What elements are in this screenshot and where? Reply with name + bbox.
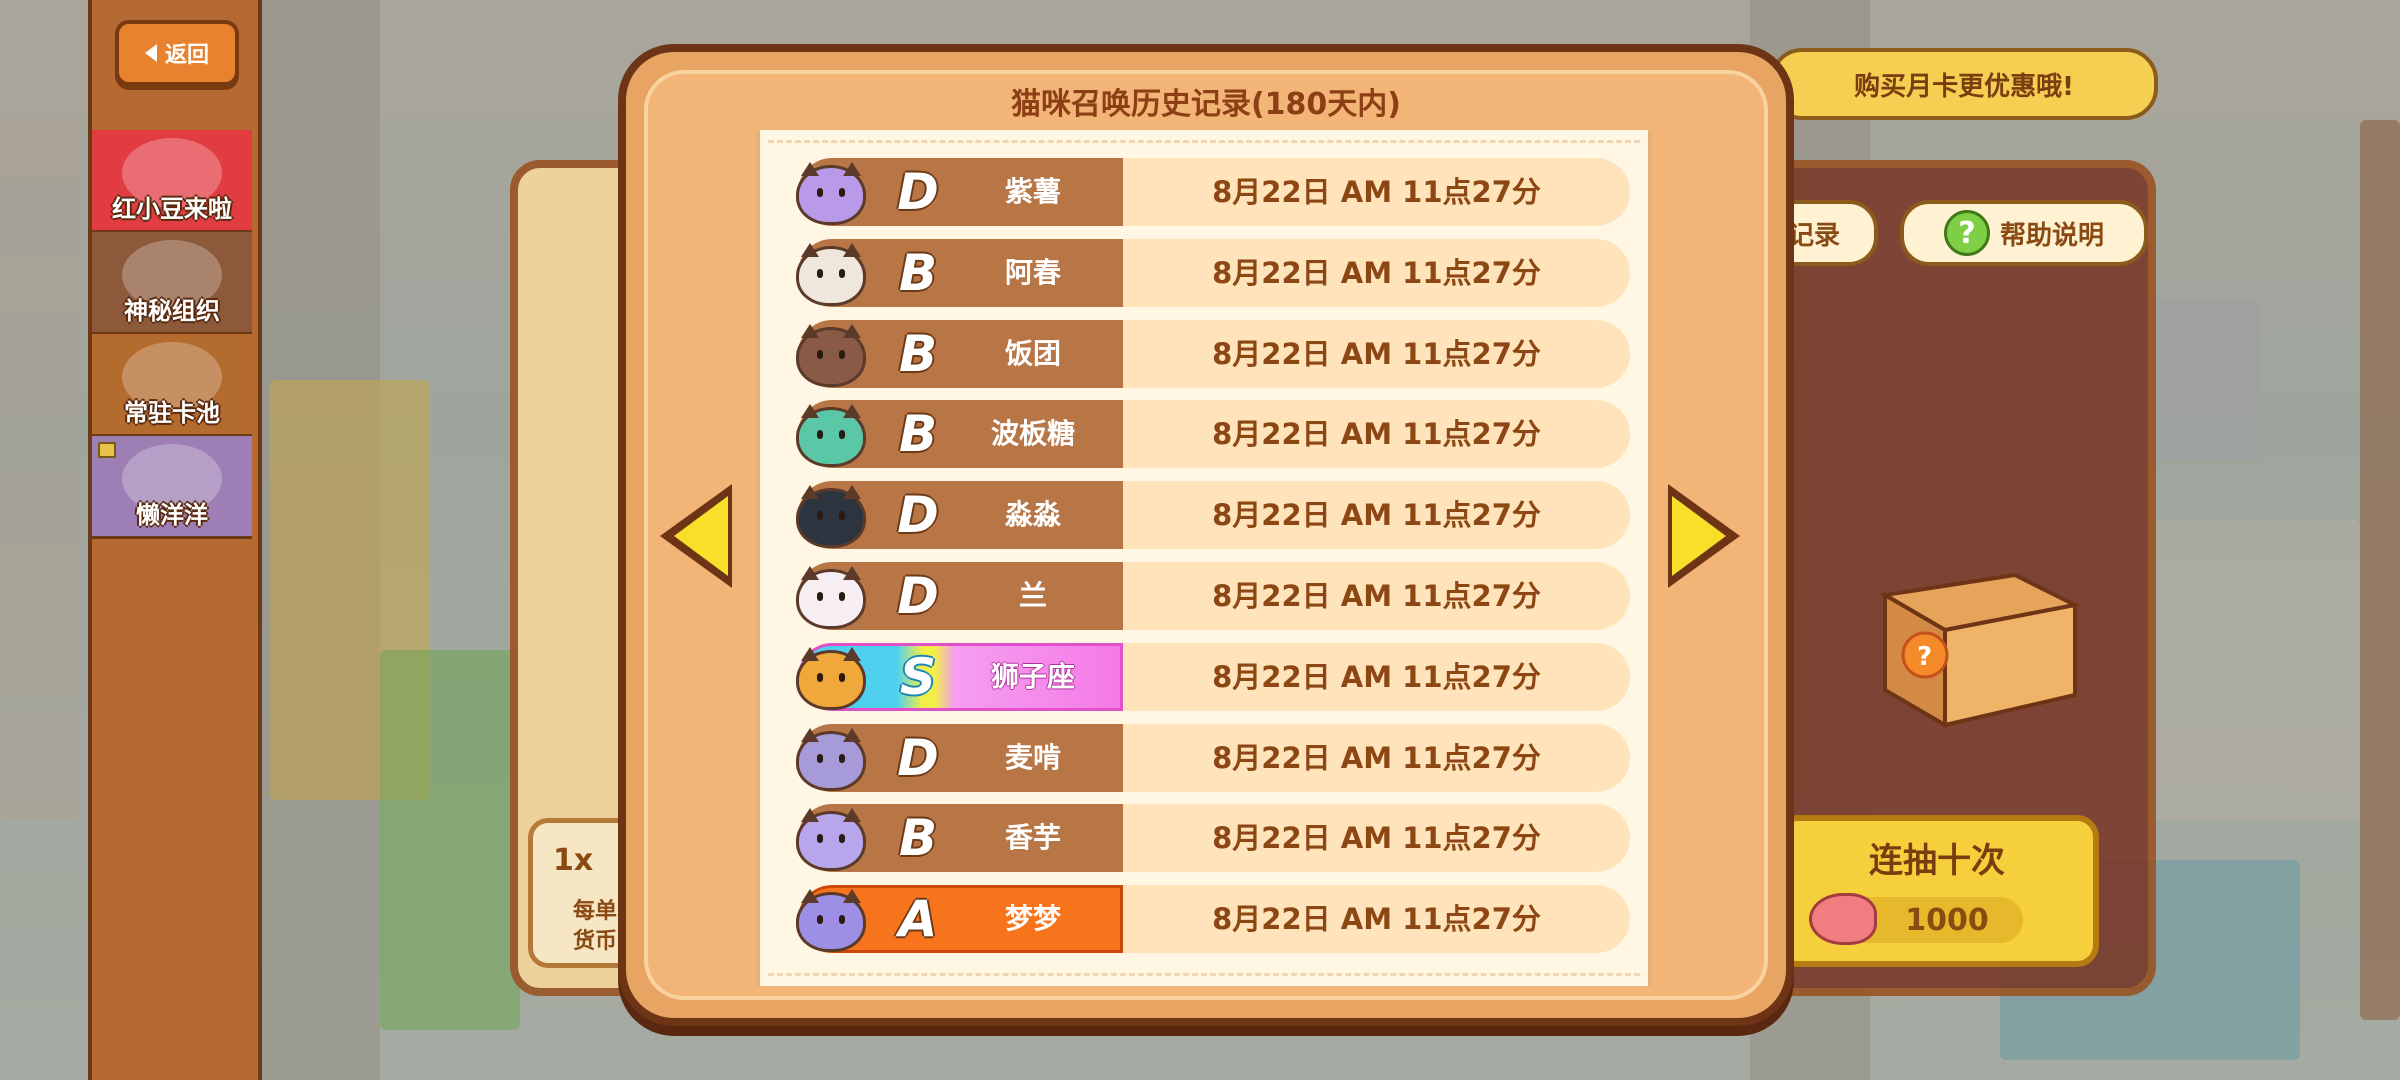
cat-name: 紫薯: [1004, 175, 1061, 208]
sidebar-tab-label: 常驻卡池: [124, 399, 220, 427]
mystery-box-image: ?: [1865, 555, 2095, 735]
rarity-grade: B: [898, 405, 938, 464]
back-arrow-icon: [144, 44, 157, 62]
cat-name: 饭团: [1004, 336, 1061, 370]
sidebar-tab[interactable]: 懒洋洋: [92, 436, 252, 539]
cat-name: 狮子座: [990, 659, 1075, 693]
help-button[interactable]: ? 帮助说明: [1900, 200, 2148, 266]
rarity-grade: D: [897, 486, 939, 545]
rarity-grade: B: [898, 324, 938, 383]
cat-name: 淼淼: [1004, 498, 1061, 532]
cat-avatar-icon: [796, 646, 866, 710]
summon-time: 8月22日 AM 11点27分: [1212, 336, 1541, 371]
sidebar-tab-label: 神秘组织: [124, 297, 220, 325]
history-record-row: D 淼淼 8月22日 AM 11点27分: [798, 481, 1630, 550]
history-record-row: D 紫薯 8月22日 AM 11点27分: [798, 158, 1630, 226]
rarity-grade: B: [898, 243, 938, 302]
cat-avatar-icon: [796, 162, 866, 225]
summon-time: 8月22日 AM 11点27分: [1212, 255, 1541, 290]
cat-avatar-icon: [796, 323, 866, 387]
cat-name: 梦梦: [1004, 902, 1061, 936]
summon-time: 8月22日 AM 11点27分: [1212, 498, 1541, 533]
summon-time: 8月22日 AM 11点27分: [1212, 902, 1541, 937]
history-record-row: A 梦梦 8月22日 AM 11点27分: [798, 885, 1630, 954]
cat-name: 波板糖: [990, 417, 1075, 451]
cat-name: 阿春: [1004, 255, 1061, 289]
cat-avatar-icon: [796, 485, 866, 549]
sidebar-tab-label: 红小豆来啦: [112, 195, 232, 223]
sidebar-tab[interactable]: 神秘组织: [92, 232, 252, 335]
summon-time: 8月22日 AM 11点27分: [1212, 740, 1541, 775]
lock-icon: [98, 442, 116, 458]
history-record-row: B 波板糖 8月22日 AM 11点27分: [798, 400, 1630, 469]
question-icon: ?: [1943, 210, 1990, 256]
rarity-grade: B: [898, 809, 938, 868]
cat-avatar-icon: [796, 566, 866, 629]
sidebar-tab-label: 懒洋洋: [136, 501, 208, 529]
rarity-grade: D: [897, 567, 939, 625]
fish-currency-icon: [1809, 893, 1877, 945]
prev-page-arrow-icon[interactable]: [660, 484, 732, 588]
history-record-row: B 饭团 8月22日 AM 11点27分: [798, 319, 1630, 388]
summon-time: 8月22日 AM 11点27分: [1212, 417, 1541, 452]
rarity-grade: A: [898, 890, 938, 949]
summon-time: 8月22日 AM 11点27分: [1212, 175, 1541, 209]
history-record-row: D 兰 8月22日 AM 11点27分: [798, 562, 1630, 630]
history-record-row: D 麦啃 8月22日 AM 11点27分: [798, 723, 1630, 792]
ten-pull-button[interactable]: 连抽十次 1000: [1775, 815, 2099, 967]
svg-text:?: ?: [1917, 642, 1932, 672]
history-record-row: B 香芋 8月22日 AM 11点27分: [798, 804, 1630, 873]
cat-avatar-icon: [796, 808, 866, 872]
cat-avatar-icon: [796, 404, 866, 468]
summon-time: 8月22日 AM 11点27分: [1212, 659, 1541, 694]
history-record-row: S 狮子座 8月22日 AM 11点27分: [798, 642, 1630, 711]
rarity-grade: D: [897, 163, 939, 221]
history-record-row: B 阿春 8月22日 AM 11点27分: [798, 238, 1630, 307]
cat-avatar-icon: [796, 727, 866, 791]
sidebar-tab[interactable]: 红小豆来啦: [92, 130, 252, 233]
cat-avatar-icon: [796, 889, 866, 953]
rarity-grade: D: [897, 728, 939, 787]
sidebar-tab[interactable]: 常驻卡池: [92, 334, 252, 437]
summon-time: 8月22日 AM 11点27分: [1212, 579, 1541, 613]
next-page-arrow-icon[interactable]: [1668, 484, 1740, 588]
cat-avatar-icon: [796, 242, 866, 306]
cat-name: 兰: [1018, 579, 1047, 612]
rarity-grade: S: [899, 647, 936, 706]
summon-time: 8月22日 AM 11点27分: [1212, 821, 1541, 856]
cat-name: 香芋: [1004, 821, 1061, 855]
modal-title: 猫咪召唤历史记录(180天内): [1010, 87, 1402, 122]
back-button[interactable]: 返回: [115, 20, 239, 86]
monthly-card-banner[interactable]: 购买月卡更优惠哦!: [1770, 48, 2158, 120]
cat-name: 麦啃: [1004, 740, 1061, 774]
